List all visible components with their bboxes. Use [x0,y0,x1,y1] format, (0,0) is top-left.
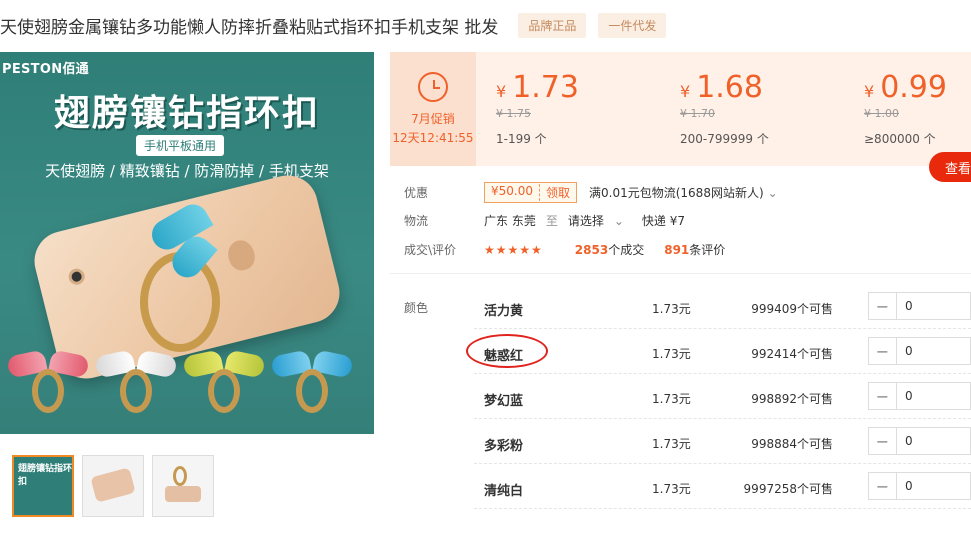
sku-price: 1.73元 [652,347,691,361]
sku-name: 活力黄 [484,304,524,319]
tag-brand-genuine[interactable]: 品牌正品 [518,12,587,38]
deal-count[interactable]: 2853个成交 [575,241,644,258]
minus-button[interactable]: − [869,428,897,454]
sku-price: 1.73元 [652,437,691,451]
sku-stock: 992414个可售 [751,347,833,361]
logistics-label: 物流 [404,214,429,228]
alarm-clock-icon [418,72,448,102]
quantity-input[interactable]: 0 [897,383,970,409]
quantity-input[interactable]: 0 [897,473,970,499]
quantity-stepper: − 0 [868,472,971,500]
discount-row: 优惠 ¥50.00 领取 满0.01元包物流(1688网站新人) ⌄ [404,182,778,203]
sku-stock: 9997258个可售 [743,482,833,496]
minus-button[interactable]: − [869,293,897,319]
tier-old-price: ¥ 1.00 [864,107,899,120]
sku-price: 1.73元 [652,482,691,496]
sku-name: 梦幻蓝 [484,394,524,409]
quantity-stepper: − 0 [868,427,971,455]
ship-to-word: 至 [545,214,558,228]
price-tier-3: ¥0.99 ¥ 1.00 ≥800000 个 [864,70,947,146]
quantity-stepper: − 0 [868,337,971,365]
sku-stock: 998892个可售 [751,392,833,406]
highlight-circle [466,334,548,368]
rating-stars: ★★★★★ [484,242,543,257]
quantity-stepper: − 0 [868,382,971,410]
product-title: 天使翅膀金属镶钻多功能懒人防摔折叠粘贴式指环扣手机支架 批发 [0,17,499,38]
main-product-image[interactable]: PESTON佰通 翅膀镶钻指环扣 手机平板通用 天使翅膀 / 精致镶钻 / 防滑… [0,52,374,434]
tier-range: ≥800000 个 [864,132,936,146]
tier-old-price: ¥ 1.75 [496,107,531,120]
brand-logo: PESTON佰通 [2,62,89,77]
ship-from: 广东 东莞 [484,214,536,228]
sku-name: 多彩粉 [484,439,524,454]
tier-range: 1-199 个 [496,132,547,146]
sku-price: 1.73元 [652,302,691,316]
ring-white-variant [94,347,178,427]
apple-logo [225,237,258,273]
sku-name: 清纯白 [484,484,524,499]
destination-select[interactable]: 请选择 [568,212,604,229]
divider [390,273,971,274]
sku-color-label: 颜色 [404,301,429,315]
sku-row: 梦幻蓝 1.73元 998892个可售 − 0 [474,374,971,419]
image-features: 天使翅膀 / 精致镶钻 / 防滑防掉 / 手机支架 [45,162,329,180]
price-tier-2: ¥1.68 ¥ 1.70 200-799999 个 [680,70,769,146]
thumbnail-2[interactable] [82,455,144,517]
tier-price: 0.99 [880,70,947,105]
camera-lens [66,266,87,287]
ring-variants [6,347,368,427]
promo-time: 12天12:41:55 [392,131,474,145]
quantity-stepper: − 0 [868,292,971,320]
minus-button[interactable]: − [869,473,897,499]
chevron-down-icon[interactable]: ⌄ [768,186,778,200]
quantity-input[interactable]: 0 [897,338,970,364]
image-headline: 翅膀镶钻指环扣 [53,93,320,134]
ring-yellow-variant [182,347,266,427]
thumbnail-1[interactable]: 翅膀镶钻指环扣 [12,455,74,517]
minus-button[interactable]: − [869,338,897,364]
title-row: 天使翅膀金属镶钻多功能懒人防摔折叠粘贴式指环扣手机支架 批发 品牌正品 一件代发 [0,12,667,38]
image-pill: 手机平板通用 [136,135,225,156]
sku-row: 魅惑红 1.73元 992414个可售 − 0 [474,329,971,374]
sku-price: 1.73元 [652,392,691,406]
tier-price: 1.73 [512,70,579,105]
deals-row: 成交\评价 ★★★★★ 2853个成交 891条评价 [404,241,725,258]
express-fee: 快递 ¥7 [641,214,686,228]
coupon-button[interactable]: ¥50.00 领取 [484,182,578,203]
quantity-input[interactable]: 0 [897,293,970,319]
quantity-input[interactable]: 0 [897,428,970,454]
logistics-row: 物流 广东 东莞 至 请选择 ⌄ 快递 ¥7 [404,212,685,229]
discount-text[interactable]: 满0.01元包物流(1688网站新人) [589,184,764,201]
promo-countdown: 7月促销 12天12:41:55 [390,52,476,166]
chevron-down-icon[interactable]: ⌄ [614,214,624,228]
deals-label: 成交\评价 [404,243,457,257]
tier-price: 1.68 [696,70,763,105]
sku-row: 清纯白 1.73元 9997258个可售 − 0 [474,464,971,509]
sku-row: 活力黄 1.73元 999409个可售 − 0 [474,284,971,329]
minus-button[interactable]: − [869,383,897,409]
thumbnail-3[interactable] [152,455,214,517]
tier-range: 200-799999 个 [680,132,769,146]
price-tier-1: ¥1.73 ¥ 1.75 1-199 个 [496,70,579,146]
tag-dropship[interactable]: 一件代发 [598,12,667,38]
review-count[interactable]: 891条评价 [664,241,725,258]
discount-label: 优惠 [404,186,429,200]
sku-row: 多彩粉 1.73元 998884个可售 − 0 [474,419,971,464]
tier-old-price: ¥ 1.70 [680,107,715,120]
promo-label: 7月促销 [411,112,455,126]
thumbnail-strip: 翅膀镶钻指环扣 [12,455,214,517]
ring-red-variant [6,347,90,427]
sku-stock: 999409个可售 [751,302,833,316]
price-panel: 7月促销 12天12:41:55 ¥1.73 ¥ 1.75 1-199 个 ¥1… [390,52,971,166]
ring-blue-variant [270,347,354,427]
sku-stock: 998884个可售 [751,437,833,451]
view-button[interactable]: 查看 [929,152,971,182]
